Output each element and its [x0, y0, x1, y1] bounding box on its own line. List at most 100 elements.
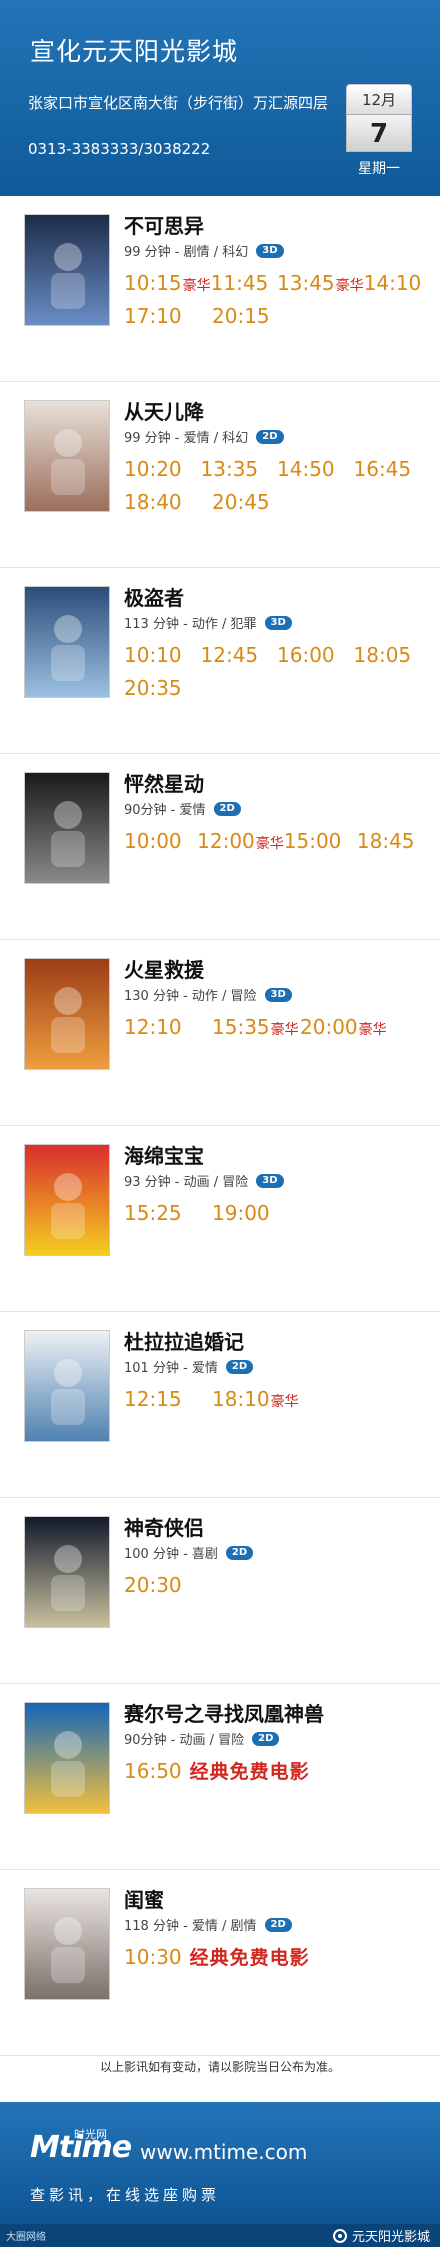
poster-image[interactable]	[24, 214, 110, 326]
showtime-time: 14:10	[363, 270, 422, 295]
showtime-row: 16:50 经典免费电影	[124, 1754, 430, 1787]
showtime[interactable]: 12:15	[124, 1387, 212, 1411]
showtime[interactable]: 20:00豪华	[300, 1015, 388, 1039]
film-item[interactable]: 不可思异 99 分钟 - 剧情 / 科幻 3D 10:15豪华 11:45 13:45豪华…	[0, 196, 440, 382]
format-badge: 2D	[252, 1731, 280, 1746]
showtime[interactable]: 16:45	[354, 457, 431, 481]
showtime-time[interactable]: 10:30	[124, 1945, 182, 1969]
showtime[interactable]: 14:50	[277, 457, 354, 481]
footer-url-link[interactable]: www.mtime.com	[140, 2140, 307, 2164]
showtime[interactable]: 10:10	[124, 643, 201, 667]
poster-image[interactable]	[24, 1330, 110, 1442]
film-item[interactable]: 极盗者 113 分钟 - 动作 / 犯罪 3D 10:10 12:45 16:00 18:0…	[0, 568, 440, 754]
showtime[interactable]: 10:15豪华	[124, 271, 211, 295]
showtime-time: 10:15	[124, 270, 182, 295]
showtime[interactable]: 18:10豪华	[212, 1387, 300, 1411]
film-title[interactable]: 杜拉拉追婚记	[124, 1326, 244, 1355]
showtime[interactable]: 18:45	[357, 829, 430, 853]
showtime[interactable]: 10:00	[124, 829, 197, 853]
showtime[interactable]: 15:25	[124, 1201, 212, 1225]
poster-image[interactable]	[24, 1702, 110, 1814]
film-item[interactable]: 杜拉拉追婚记 101 分钟 - 爱情 2D 12:15 18:10豪华	[0, 1312, 440, 1498]
film-item[interactable]: 怦然星动 90分钟 - 爱情 2D 10:00 12:00豪华 15:00 18:45	[0, 754, 440, 940]
film-title[interactable]: 海绵宝宝	[124, 1140, 204, 1169]
showtime[interactable]: 12:00豪华	[197, 829, 284, 853]
film-meta: 99 分钟 - 爱情 / 科幻 2D	[124, 427, 284, 446]
showtime-time: 18:10	[212, 1386, 270, 1411]
film-title[interactable]: 不可思异	[124, 210, 204, 239]
calendar-month: 12月	[346, 84, 412, 114]
film-title[interactable]: 闺蜜	[124, 1884, 164, 1913]
showtime-row: 10:20 13:35 14:50 16:45	[124, 452, 430, 485]
film-item[interactable]: 赛尔号之寻找凤凰神兽 90分钟 - 动画 / 冒险 2D 16:50 经典免费电影	[0, 1684, 440, 1870]
film-title[interactable]: 赛尔号之寻找凤凰神兽	[124, 1698, 324, 1727]
film-duration-genre: 99 分钟 - 爱情 / 科幻	[124, 431, 249, 446]
showtime-time: 20:15	[212, 303, 270, 328]
showtime[interactable]: 20:15	[212, 304, 300, 328]
showtime-time: 10:20	[124, 456, 182, 481]
format-badge: 3D	[256, 243, 284, 258]
film-item[interactable]: 闺蜜 118 分钟 - 爱情 / 剧情 2D 10:30 经典免费电影	[0, 1870, 440, 2056]
showtime-time: 15:35	[212, 1014, 270, 1039]
showtime[interactable]: 20:45	[212, 490, 300, 514]
poster-image[interactable]	[24, 1516, 110, 1628]
footer-tagline: 查影讯，在线选座购票	[30, 2186, 221, 2204]
film-item[interactable]: 火星救援 130 分钟 - 动作 / 冒险 3D 12:10 15:35豪华 20:00豪…	[0, 940, 440, 1126]
calendar-weekday: 星期一	[358, 161, 400, 177]
showtime[interactable]: 12:45	[201, 643, 278, 667]
format-badge: 2D	[225, 1545, 254, 1560]
film-title[interactable]: 火星救援	[124, 954, 204, 983]
watermark-left: 大圈网络	[6, 2232, 46, 2243]
film-title[interactable]: 从天儿降	[124, 396, 204, 425]
film-title[interactable]: 怦然星动	[124, 768, 204, 797]
format-badge: 2D	[264, 1917, 292, 1932]
poster-image[interactable]	[24, 586, 110, 698]
poster-image[interactable]	[24, 1888, 110, 2000]
poster-image[interactable]	[24, 1144, 110, 1256]
showtime[interactable]: 11:45	[211, 271, 277, 295]
showtime[interactable]: 12:10	[124, 1015, 212, 1039]
showtimes: 20:30	[124, 1568, 430, 1601]
calendar-day: 7	[346, 114, 412, 152]
showtime-time[interactable]: 16:50	[124, 1759, 182, 1783]
deluxe-hall-tag: 豪华	[255, 835, 284, 852]
wechat-icon	[332, 2228, 347, 2243]
poster-image[interactable]	[24, 958, 110, 1070]
poster-image[interactable]	[24, 400, 110, 512]
showtime-time: 19:00	[212, 1200, 270, 1225]
showtime[interactable]: 10:20	[124, 457, 201, 481]
showtime[interactable]: 13:35	[201, 457, 278, 481]
film-item[interactable]: 海绵宝宝 93 分钟 - 动画 / 冒险 3D 15:25 19:00	[0, 1126, 440, 1312]
showtime[interactable]: 13:45豪华	[277, 271, 364, 295]
showtime-time: 13:35	[200, 456, 259, 481]
film-item[interactable]: 神奇侠侣 100 分钟 - 喜剧 2D 20:30	[0, 1498, 440, 1684]
showtime[interactable]: 17:10	[124, 304, 212, 328]
showtime-row: 12:10 15:35豪华 20:00豪华	[124, 1010, 430, 1043]
showtime[interactable]: 18:40	[124, 490, 212, 514]
showtime[interactable]: 20:35	[124, 676, 212, 700]
format-badge: 2D	[213, 801, 241, 816]
showtime[interactable]: 15:35豪华	[212, 1015, 300, 1039]
showtime-row: 10:15豪华 11:45 13:45豪华 14:10	[124, 266, 430, 299]
showtime-time: 20:45	[212, 489, 270, 514]
film-meta: 93 分钟 - 动画 / 冒险 3D	[124, 1171, 284, 1190]
showtime-row: 20:35	[124, 671, 430, 704]
deluxe-hall-tag: 豪华	[358, 1021, 387, 1038]
showtime[interactable]: 20:30	[124, 1573, 212, 1597]
notice-text: 以上影讯如有变动，请以影院当日公布为准。	[99, 2060, 340, 2074]
showtime[interactable]: 16:00	[277, 643, 354, 667]
poster-image[interactable]	[24, 772, 110, 884]
showtime-row: 12:15 18:10豪华	[124, 1382, 430, 1415]
showtime[interactable]: 19:00	[212, 1201, 300, 1225]
showtime-time: 17:10	[124, 303, 182, 328]
calendar-icon: 12月 7 星期一	[346, 84, 412, 178]
film-duration-genre: 118 分钟 - 爱情 / 剧情	[124, 1919, 257, 1934]
film-duration-genre: 90分钟 - 爱情	[124, 803, 206, 818]
showtime[interactable]: 14:10	[364, 271, 430, 295]
film-item[interactable]: 从天儿降 99 分钟 - 爱情 / 科幻 2D 10:20 13:35 14:50 16:4…	[0, 382, 440, 568]
film-title[interactable]: 极盗者	[124, 582, 184, 611]
showtime[interactable]: 18:05	[354, 643, 431, 667]
showtime[interactable]: 15:00	[284, 829, 357, 853]
format-badge: 2D	[256, 429, 284, 444]
film-title[interactable]: 神奇侠侣	[124, 1512, 204, 1541]
